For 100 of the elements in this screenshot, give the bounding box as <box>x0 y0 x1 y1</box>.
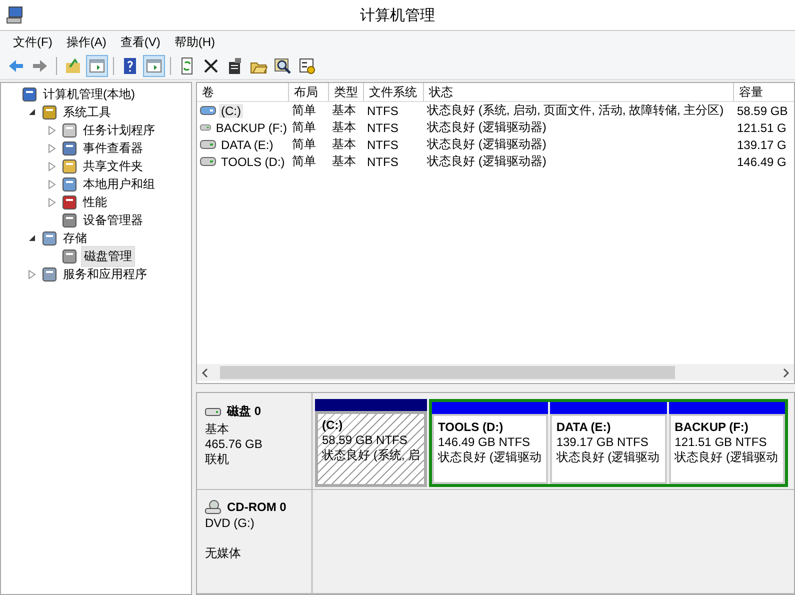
cd-drive-icon <box>205 500 221 514</box>
collapsed-icon[interactable] <box>48 126 56 134</box>
action-pane-button[interactable] <box>143 55 165 77</box>
column-header[interactable]: 文件系统 <box>364 83 424 101</box>
volume-cell[interactable]: DATA (E:) <box>219 138 276 152</box>
tree-item[interactable]: 事件查看器 <box>81 138 145 158</box>
tree-item[interactable]: 性能 <box>81 192 109 212</box>
column-header[interactable]: 容量 <box>734 83 794 101</box>
action-pane-icon <box>145 57 163 75</box>
tree-item[interactable]: 设备管理器 <box>81 210 145 230</box>
disk-info: 基本 <box>205 422 230 437</box>
column-header[interactable]: 类型 <box>329 83 364 101</box>
tree-item[interactable]: 本地用户和组 <box>81 174 157 194</box>
table-cell: NTFS <box>367 138 398 152</box>
tree-item[interactable]: 磁盘管理 <box>81 246 135 266</box>
table-cell: 状态良好 (逻辑驱动器) <box>427 119 546 136</box>
tool-icon <box>61 248 78 264</box>
scroll-right-icon[interactable] <box>781 368 791 378</box>
computer-icon <box>6 6 24 24</box>
table-cell: 121.51 G <box>737 120 786 134</box>
volume-cell[interactable]: BACKUP (F:) <box>214 120 289 134</box>
column-header[interactable]: 状态 <box>424 83 734 101</box>
partition-status: 状态良好 (逻辑驱动 <box>556 450 661 465</box>
tree-item[interactable]: 存储 <box>61 228 89 248</box>
forward-arrow-icon <box>31 57 49 75</box>
scroll-left-icon[interactable] <box>200 368 210 378</box>
menu-item[interactable]: 操作(A) <box>59 34 114 50</box>
column-header[interactable]: 卷 <box>197 83 289 101</box>
tree-item[interactable]: 系统工具 <box>61 102 113 122</box>
partition-status: 状态良好 (系统, 启 <box>322 448 420 463</box>
table-cell: 基本 <box>332 102 356 119</box>
tool-icon <box>61 212 78 228</box>
table-cell: 基本 <box>332 153 356 170</box>
table-cell: 基本 <box>332 119 356 136</box>
volume-cell[interactable]: TOOLS (D:) <box>219 154 287 168</box>
disk-drive-icon <box>205 406 221 416</box>
help-icon <box>121 57 139 75</box>
collapsed-icon[interactable] <box>48 144 56 152</box>
disk-name: 磁盘 0 <box>227 403 262 420</box>
column-header[interactable]: 布局 <box>289 83 329 101</box>
collapsed-icon[interactable] <box>28 270 36 278</box>
partition-size: 139.17 GB NTFS <box>556 435 650 450</box>
partition-name: BACKUP (F:) <box>674 420 750 435</box>
partition-name: DATA (E:) <box>556 420 612 435</box>
disk-name: CD-ROM 0 <box>227 500 286 514</box>
magnifier-icon <box>274 57 292 75</box>
table-cell: 基本 <box>332 136 356 153</box>
window-title: 计算机管理 <box>360 6 435 24</box>
table-cell: NTFS <box>367 120 398 134</box>
back-arrow-icon <box>7 57 25 75</box>
folder-up-icon <box>64 57 82 75</box>
tool-icon <box>61 158 78 174</box>
table-cell: 状态良好 (系统, 启动, 页面文件, 活动, 故障转储, 主分区) <box>427 102 724 119</box>
menu-item[interactable]: 帮助(H) <box>167 34 222 50</box>
partition-status: 状态良好 (逻辑驱动 <box>438 450 542 465</box>
tree-item[interactable]: 任务计划程序 <box>81 120 157 140</box>
table-cell: 58.59 GB <box>737 104 788 118</box>
collapsed-icon[interactable] <box>48 162 56 170</box>
table-cell: NTFS <box>367 154 398 168</box>
horizontal-scrollbar[interactable] <box>197 364 794 381</box>
delete-icon <box>202 57 220 75</box>
menu-item[interactable]: 查看(V) <box>113 34 168 50</box>
partition-status: 状态良好 (逻辑驱动 <box>674 450 779 465</box>
tree-item[interactable]: 计算机管理(本地) <box>41 84 137 104</box>
table-cell: 状态良好 (逻辑驱动器) <box>427 153 546 170</box>
properties-icon <box>226 57 244 75</box>
console-tree-button[interactable] <box>86 55 108 77</box>
partition-size: 121.51 GB NTFS <box>674 435 768 450</box>
tree-item[interactable]: 服务和应用程序 <box>61 264 149 284</box>
disk-info: 无媒体 <box>205 546 242 561</box>
computer-icon <box>21 86 38 102</box>
partition-size: 146.49 GB NTFS <box>438 435 532 450</box>
disk-info: DVD (G:) <box>205 516 256 531</box>
expanded-icon[interactable] <box>28 234 36 242</box>
partition-name: (C:) <box>322 418 344 433</box>
tool-icon <box>41 230 58 246</box>
partition-size: 58.59 GB NTFS <box>322 433 408 448</box>
table-cell: 简单 <box>292 102 316 119</box>
table-cell: 139.17 G <box>737 138 786 152</box>
table-cell: NTFS <box>367 104 398 118</box>
table-cell: 简单 <box>292 136 316 153</box>
tool-icon <box>61 122 78 138</box>
tool-icon <box>61 140 78 156</box>
disk-info: 465.76 GB <box>205 437 264 452</box>
table-cell: 简单 <box>292 119 316 136</box>
table-cell: 146.49 G <box>737 154 786 168</box>
table-cell: 状态良好 (逻辑驱动器) <box>427 136 546 153</box>
table-cell: 简单 <box>292 153 316 170</box>
tool-icon <box>41 266 58 282</box>
tree-item[interactable]: 共享文件夹 <box>81 156 145 176</box>
collapsed-icon[interactable] <box>48 198 56 206</box>
menu-item[interactable]: 文件(F) <box>6 34 60 50</box>
console-tree-icon <box>88 57 106 75</box>
tool-icon <box>61 176 78 192</box>
settings-icon <box>298 57 316 75</box>
tool-icon <box>41 104 58 120</box>
disk-info: 联机 <box>205 452 230 467</box>
collapsed-icon[interactable] <box>48 180 56 188</box>
expanded-icon[interactable] <box>28 108 36 116</box>
volume-cell[interactable]: (C:) <box>219 104 243 118</box>
